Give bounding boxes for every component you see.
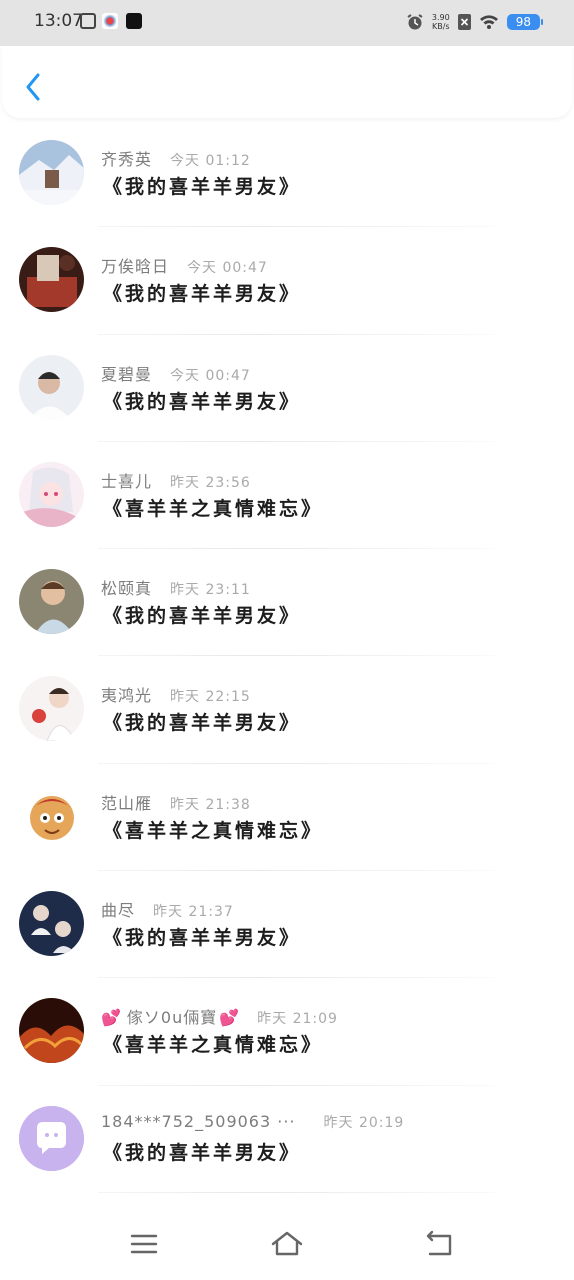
avatar[interactable] [19,569,84,635]
comment-list: 齐秀英 今天 01:12 《我的喜羊羊男友》 万俟晗日 今天 00:47 《我的… [0,120,574,1193]
alarm-icon [407,14,423,30]
comment-time: 今天 01:12 [170,153,251,169]
comment-meta: 范山雁 昨天 21:38 [101,790,251,814]
avatar[interactable] [19,140,84,205]
list-item[interactable]: 范山雁 昨天 21:38 《喜羊羊之真情难忘》 [0,764,574,872]
user-name[interactable]: 万俟晗日 [101,253,169,277]
app-notification-icon [80,13,96,29]
comment-meta: 夷鸿光 昨天 22:15 [101,682,251,706]
capcut-icon [126,13,142,29]
heart-icon: 💕 [101,1008,121,1028]
avatar[interactable] [19,247,84,313]
comment-time: 今天 00:47 [170,367,251,384]
avatar[interactable] [19,783,84,849]
status-time: 13:07 [34,11,83,31]
system-nav-bar [0,1200,574,1280]
default-avatar-icon [19,1105,84,1171]
user-name[interactable]: 范山雁 [101,790,152,814]
wifi-icon [479,15,498,29]
avatar[interactable] [19,676,84,742]
qq-music-icon [102,13,118,29]
comment-time: 今天 00:47 [187,260,268,277]
sim-off-icon [457,14,471,30]
net-speed-unit: KB/s [432,22,450,31]
list-item[interactable]: 曲尽 昨天 21:37 《我的喜羊羊男友》 [0,871,574,979]
top-bar [2,46,572,118]
comment-meta: 万俟晗日 今天 00:47 [101,253,268,277]
avatar[interactable] [19,998,84,1064]
comment-meta: 184***752_509063 ··· 昨天 20:19 [101,1112,404,1132]
user-name[interactable]: 夏碧曼 [101,361,152,385]
list-item[interactable]: 184***752_509063 ··· 昨天 20:19 《我的喜羊羊男友》 [0,1086,574,1193]
comment-time: 昨天 23:56 [170,474,251,491]
comment-time: 昨天 23:11 [170,582,251,599]
comment-text: 《我的喜羊羊男友》 [103,712,302,735]
comment-time: 昨天 21:37 [153,904,234,921]
comment-time: 昨天 20:19 [323,1114,405,1131]
comment-time: 昨天 21:38 [170,796,251,813]
net-speed: 3.90 KB/s [432,13,450,31]
user-name[interactable]: 傢ソ0u倆寶 [127,1004,217,1028]
list-item[interactable]: 夏碧曼 今天 00:47 《我的喜羊羊男友》 [0,335,574,442]
comment-meta: 松颐真 昨天 23:11 [101,575,251,599]
list-item[interactable]: 万俟晗日 今天 00:47 《我的喜羊羊男友》 [0,227,574,335]
heart-icon: 💕 [219,1008,240,1028]
list-item[interactable]: 士喜儿 昨天 23:56 《喜羊羊之真情难忘》 [0,442,574,550]
comment-text: 《我的喜羊羊男友》 [103,1141,302,1164]
avatar[interactable] [19,354,84,420]
comment-text: 《喜羊羊之真情难忘》 [103,1034,324,1057]
comment-meta: 曲尽 昨天 21:37 [101,897,234,921]
back-icon[interactable] [418,1228,458,1260]
battery-indicator: 98 [506,14,544,30]
comment-text: 《我的喜羊羊男友》 [103,605,302,628]
home-icon[interactable] [267,1228,307,1260]
list-item[interactable]: 夷鸿光 昨天 22:15 《我的喜羊羊男友》 [0,656,574,764]
comment-meta: 夏碧曼 今天 00:47 [101,361,251,385]
comment-meta: 💕 傢ソ0u倆寶 💕 昨天 21:09 [101,1004,338,1028]
comment-text: 《喜羊羊之真情难忘》 [103,497,324,520]
status-right: 3.90 KB/s 98 [406,11,544,33]
comment-time: 昨天 21:09 [257,1011,338,1028]
divider [98,1191,494,1193]
comment-meta: 士喜儿 昨天 23:56 [101,468,251,492]
avatar[interactable] [19,891,84,957]
comment-text: 《我的喜羊羊男友》 [103,390,302,413]
comment-text: 《我的喜羊羊男友》 [103,283,302,306]
avatar[interactable] [19,461,84,527]
comment-text: 《我的喜羊羊男友》 [103,927,302,950]
menu-icon[interactable] [124,1228,164,1260]
comment-text: 《我的喜羊羊男友》 [103,176,302,198]
user-name[interactable]: 松颐真 [101,575,152,599]
back-arrow-icon[interactable] [22,71,46,103]
comment-text: 《喜羊羊之真情难忘》 [103,819,324,842]
user-name[interactable]: 齐秀英 [101,146,152,170]
status-bar: 13:07 3.90 KB/s 98 [0,0,574,46]
user-name[interactable]: 士喜儿 [101,468,152,492]
avatar[interactable] [19,1105,84,1171]
user-name[interactable]: 曲尽 [101,897,135,921]
net-speed-value: 3.90 [431,13,450,22]
user-name[interactable]: 184***752_509063 ··· [101,1112,296,1131]
comment-meta: 齐秀英 今天 01:12 [101,146,251,170]
list-item[interactable]: 齐秀英 今天 01:12 《我的喜羊羊男友》 [0,120,574,228]
comment-time: 昨天 22:15 [170,689,251,706]
user-name[interactable]: 夷鸿光 [101,682,152,706]
list-item[interactable]: 松颐真 昨天 23:11 《我的喜羊羊男友》 [0,549,574,657]
list-item[interactable]: 💕 傢ソ0u倆寶 💕 昨天 21:09 《喜羊羊之真情难忘》 [0,978,574,1086]
